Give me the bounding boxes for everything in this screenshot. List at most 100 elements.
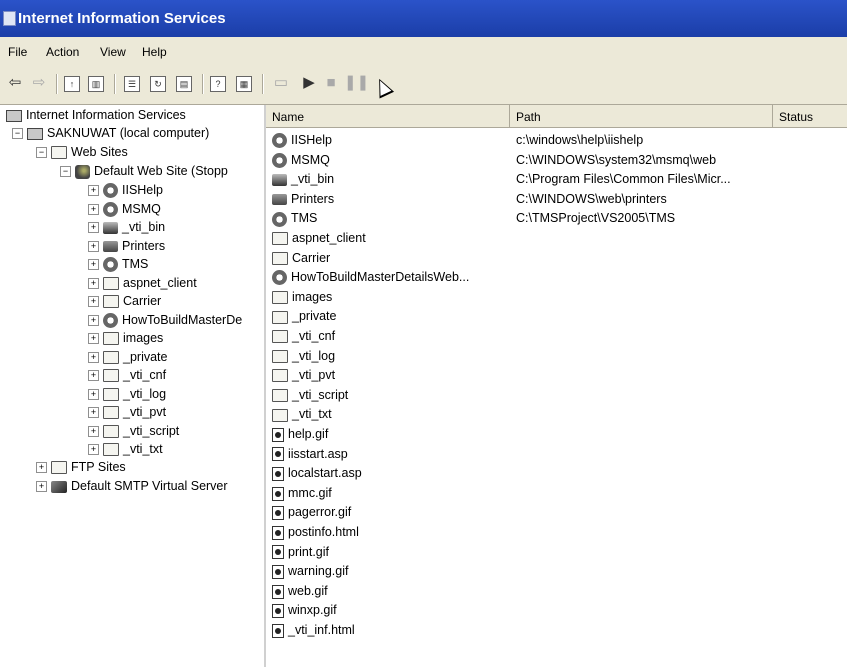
list-item[interactable]: _vti_script bbox=[266, 386, 847, 405]
expand-icon[interactable]: + bbox=[88, 425, 99, 437]
list-item[interactable]: localstart.asp bbox=[266, 464, 847, 483]
computer-icon[interactable]: ▭ bbox=[272, 74, 290, 92]
toolbar-separator bbox=[202, 74, 204, 94]
tree-node-smtp[interactable]: + Default SMTP Virtual Server bbox=[36, 479, 228, 497]
tree-pane[interactable]: Internet Information Services − SAKNUWAT … bbox=[0, 105, 266, 667]
expand-icon[interactable]: + bbox=[88, 388, 99, 400]
list-item-name: MSMQ bbox=[272, 153, 330, 168]
expand-icon[interactable]: + bbox=[88, 407, 99, 419]
column-header-status[interactable]: Status bbox=[773, 105, 847, 128]
list-item[interactable]: pagerror.gif bbox=[266, 503, 847, 522]
tree-node-web-sites[interactable]: − Web Sites bbox=[36, 145, 128, 163]
tree-node-computer[interactable]: − SAKNUWAT (local computer) bbox=[12, 126, 209, 144]
pause-icon[interactable]: ❚❚ bbox=[344, 74, 369, 92]
tree-node-child[interactable]: + _vti_log bbox=[88, 387, 166, 405]
tree-node-child[interactable]: + _vti_cnf bbox=[88, 368, 166, 386]
refresh-icon[interactable]: ↻ bbox=[150, 76, 166, 92]
tree-node-child[interactable]: + _vti_pvt bbox=[88, 405, 166, 423]
tree-node-child[interactable]: + HowToBuildMasterDe bbox=[88, 313, 242, 331]
tree-node-child[interactable]: + _vti_script bbox=[88, 424, 179, 442]
menu-action[interactable]: Action bbox=[46, 45, 79, 59]
expand-icon[interactable]: + bbox=[88, 222, 99, 234]
list-item-name: help.gif bbox=[272, 427, 328, 442]
list-item[interactable]: Carrier bbox=[266, 249, 847, 268]
expand-icon[interactable]: + bbox=[88, 259, 99, 271]
list-item[interactable]: aspnet_client bbox=[266, 229, 847, 248]
tree-node-ftp-sites[interactable]: + FTP Sites bbox=[36, 460, 126, 478]
tree-node-child[interactable]: + Carrier bbox=[88, 294, 161, 312]
list-item[interactable]: _vti_inf.html bbox=[266, 621, 847, 640]
list-item[interactable]: _vti_pvt bbox=[266, 366, 847, 385]
console-icon[interactable]: ▦ bbox=[236, 76, 252, 92]
expand-icon[interactable]: + bbox=[88, 277, 99, 289]
file-icon bbox=[272, 545, 284, 560]
list-item[interactable]: IISHelp c:\windows\help\iishelp bbox=[266, 131, 847, 150]
expand-icon[interactable]: + bbox=[88, 203, 99, 215]
list-item[interactable]: _vti_bin C:\Program Files\Common Files\Mi… bbox=[266, 170, 847, 189]
list-item[interactable]: web.gif bbox=[266, 582, 847, 601]
tree-node-iis-root[interactable]: Internet Information Services bbox=[6, 108, 186, 126]
list-item[interactable]: help.gif bbox=[266, 425, 847, 444]
list-item[interactable]: winxp.gif bbox=[266, 601, 847, 620]
tree-node-child[interactable]: + _vti_txt bbox=[88, 442, 163, 460]
export-list-icon[interactable]: ▤ bbox=[176, 76, 192, 92]
list-item[interactable]: HowToBuildMasterDetailsWeb... bbox=[266, 268, 847, 287]
expand-icon[interactable]: + bbox=[88, 351, 99, 363]
tree-node-label: _private bbox=[123, 349, 168, 364]
column-header-path[interactable]: Path bbox=[510, 105, 773, 128]
list-item[interactable]: postinfo.html bbox=[266, 523, 847, 542]
list-item[interactable]: iisstart.asp bbox=[266, 445, 847, 464]
list-item[interactable]: warning.gif bbox=[266, 562, 847, 581]
collapse-icon[interactable]: − bbox=[12, 128, 23, 140]
tree-node-child[interactable]: + MSMQ bbox=[88, 202, 161, 220]
expand-icon[interactable]: + bbox=[36, 481, 47, 493]
list-item[interactable]: _vti_cnf bbox=[266, 327, 847, 346]
list-item[interactable]: _vti_log bbox=[266, 347, 847, 366]
start-icon[interactable]: ▶ bbox=[300, 74, 318, 92]
content-list-pane[interactable]: Name Path Status IISHelp c:\windows\help\… bbox=[266, 105, 847, 667]
list-item-label: Carrier bbox=[292, 250, 331, 265]
tree-node-child[interactable]: + IISHelp bbox=[88, 183, 163, 201]
column-header-name[interactable]: Name bbox=[266, 105, 510, 128]
expand-icon[interactable]: + bbox=[88, 444, 99, 456]
tree-node-child[interactable]: + _vti_bin bbox=[88, 220, 165, 238]
expand-icon[interactable]: + bbox=[88, 185, 99, 197]
properties-icon[interactable]: ☰ bbox=[124, 76, 140, 92]
list-item[interactable]: images bbox=[266, 288, 847, 307]
expand-icon[interactable]: + bbox=[88, 370, 99, 382]
tree-node-child[interactable]: + TMS bbox=[88, 257, 148, 275]
menu-help[interactable]: Help bbox=[142, 45, 167, 59]
list-item[interactable]: MSMQ C:\WINDOWS\system32\msmq\web bbox=[266, 151, 847, 170]
list-item[interactable]: _private bbox=[266, 307, 847, 326]
collapse-icon[interactable]: − bbox=[36, 147, 47, 159]
list-item[interactable]: _vti_txt bbox=[266, 405, 847, 424]
tree-node-label: Carrier bbox=[123, 294, 162, 308]
tree-node-default-site[interactable]: − Default Web Site (Stopp bbox=[60, 164, 228, 182]
show-hide-tree-icon[interactable]: ▥ bbox=[88, 76, 104, 92]
menu-view[interactable]: View bbox=[100, 45, 126, 59]
list-item[interactable]: TMS C:\TMSProject\VS2005\TMS bbox=[266, 209, 847, 228]
tree-node-child[interactable]: + images bbox=[88, 331, 163, 349]
collapse-icon[interactable]: − bbox=[60, 166, 71, 178]
list-item-label: help.gif bbox=[288, 427, 329, 441]
list-item[interactable]: print.gif bbox=[266, 543, 847, 562]
list-item[interactable]: mmc.gif bbox=[266, 484, 847, 503]
list-item[interactable]: Printers C:\WINDOWS\web\printers bbox=[266, 190, 847, 209]
expand-icon[interactable]: + bbox=[88, 333, 99, 345]
list-item-name: postinfo.html bbox=[272, 525, 359, 540]
gear-icon bbox=[103, 257, 118, 273]
tree-node-child[interactable]: + _private bbox=[88, 350, 167, 368]
expand-icon[interactable]: + bbox=[88, 314, 99, 326]
expand-icon[interactable]: + bbox=[88, 296, 99, 308]
menu-file[interactable]: File bbox=[8, 45, 27, 59]
help-icon[interactable]: ? bbox=[210, 76, 226, 92]
up-one-level-icon[interactable]: ↑ bbox=[64, 76, 80, 92]
tree-node-child[interactable]: + aspnet_client bbox=[88, 276, 197, 294]
back-arrow-icon[interactable]: ⇦ bbox=[6, 74, 24, 92]
tree-node-child[interactable]: + Printers bbox=[88, 239, 165, 257]
stop-icon[interactable]: ■ bbox=[322, 74, 340, 92]
list-item-path: C:\Program Files\Common Files\Micr... bbox=[516, 172, 731, 187]
expand-icon[interactable]: + bbox=[36, 462, 47, 474]
expand-icon[interactable]: + bbox=[88, 240, 99, 252]
forward-arrow-icon[interactable]: ⇨ bbox=[30, 74, 48, 92]
